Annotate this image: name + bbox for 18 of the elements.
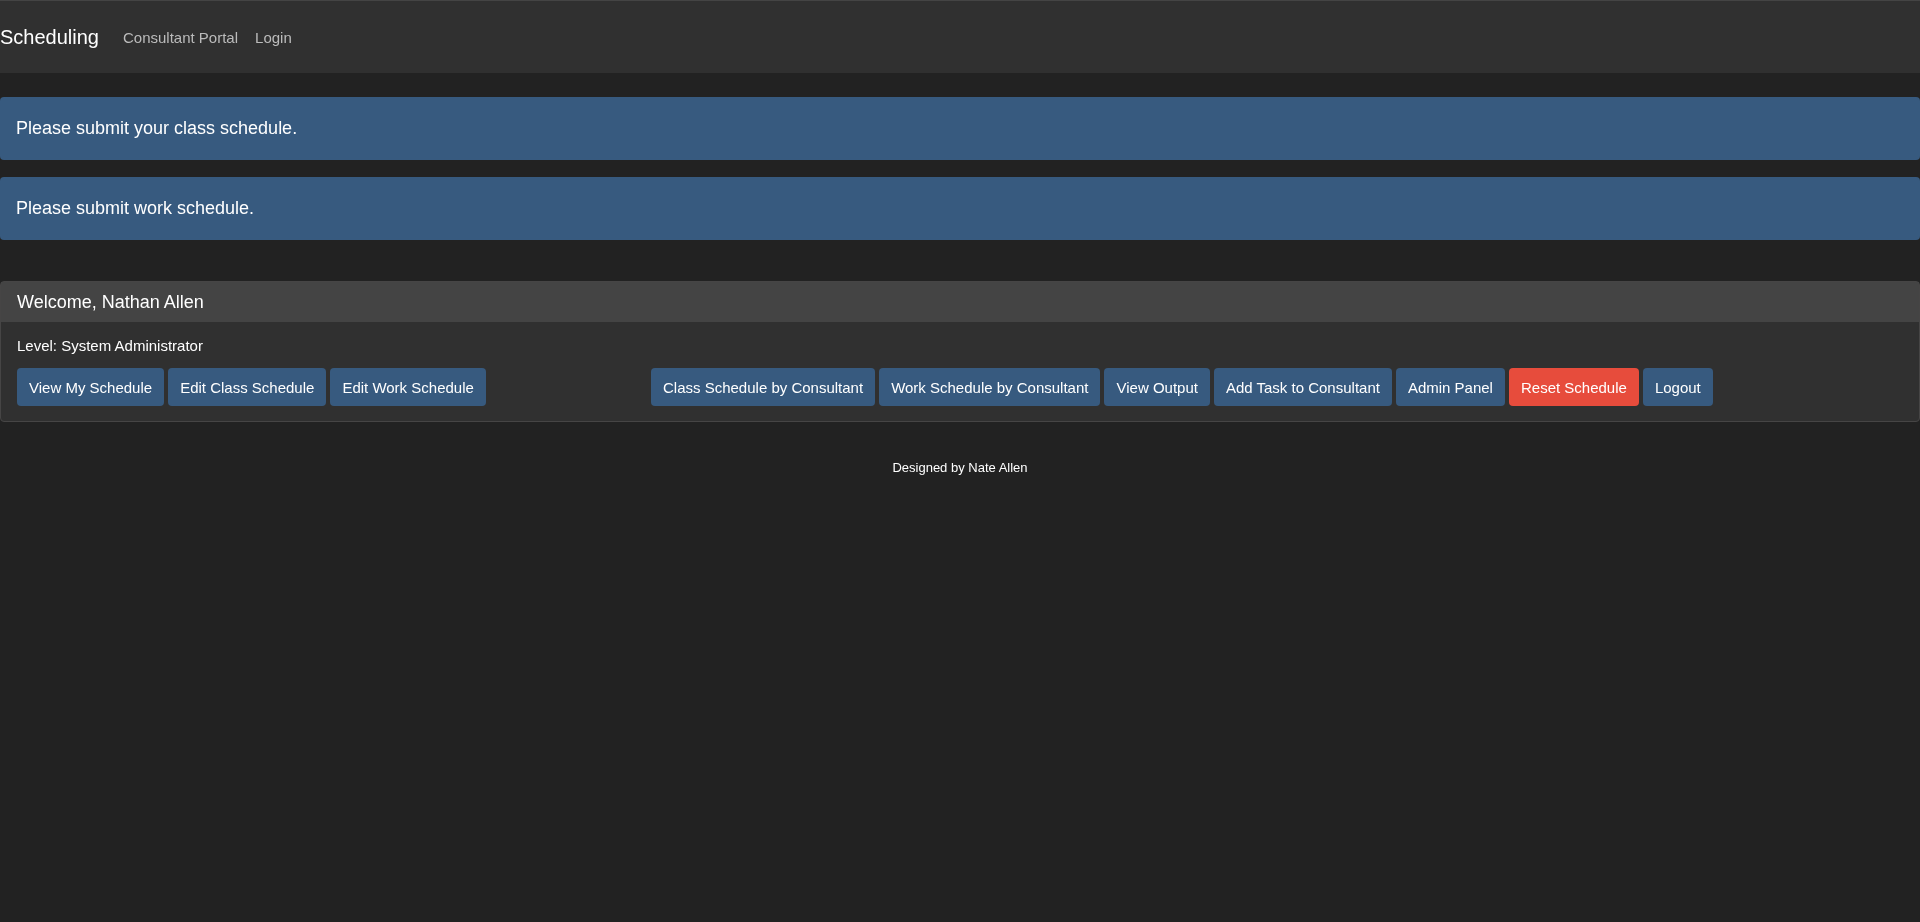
action-button[interactable]: View Output	[1104, 368, 1210, 406]
danger-button[interactable]: Reset Schedule	[1508, 368, 1639, 406]
level-text: Level: System Administrator	[17, 337, 204, 354]
alert-message: Please submit work schedule.	[0, 177, 1920, 240]
nav-link[interactable]: Consultant Portal	[122, 28, 239, 46]
action-button[interactable]: View My Schedule	[17, 368, 165, 406]
panel-heading: Welcome, Nathan Allen	[1, 282, 1919, 322]
footer-text: Designed by Nate Allen	[891, 460, 1029, 475]
action-button[interactable]: Edit Class Schedule	[168, 368, 327, 406]
action-button[interactable]: Class Schedule by Consultant	[651, 368, 876, 406]
action-button[interactable]: Add Task to Consultant	[1213, 368, 1392, 406]
nav-link[interactable]: Login	[255, 28, 292, 46]
action-button[interactable]: Work Schedule by Consultant	[879, 368, 1101, 406]
action-button[interactable]: Edit Work Schedule	[330, 368, 486, 406]
action-button[interactable]: Logout	[1642, 368, 1713, 406]
alert-message: Please submit your class schedule.	[0, 97, 1920, 160]
brand-link[interactable]: Scheduling	[0, 25, 99, 49]
action-button[interactable]: Admin Panel	[1395, 368, 1505, 406]
